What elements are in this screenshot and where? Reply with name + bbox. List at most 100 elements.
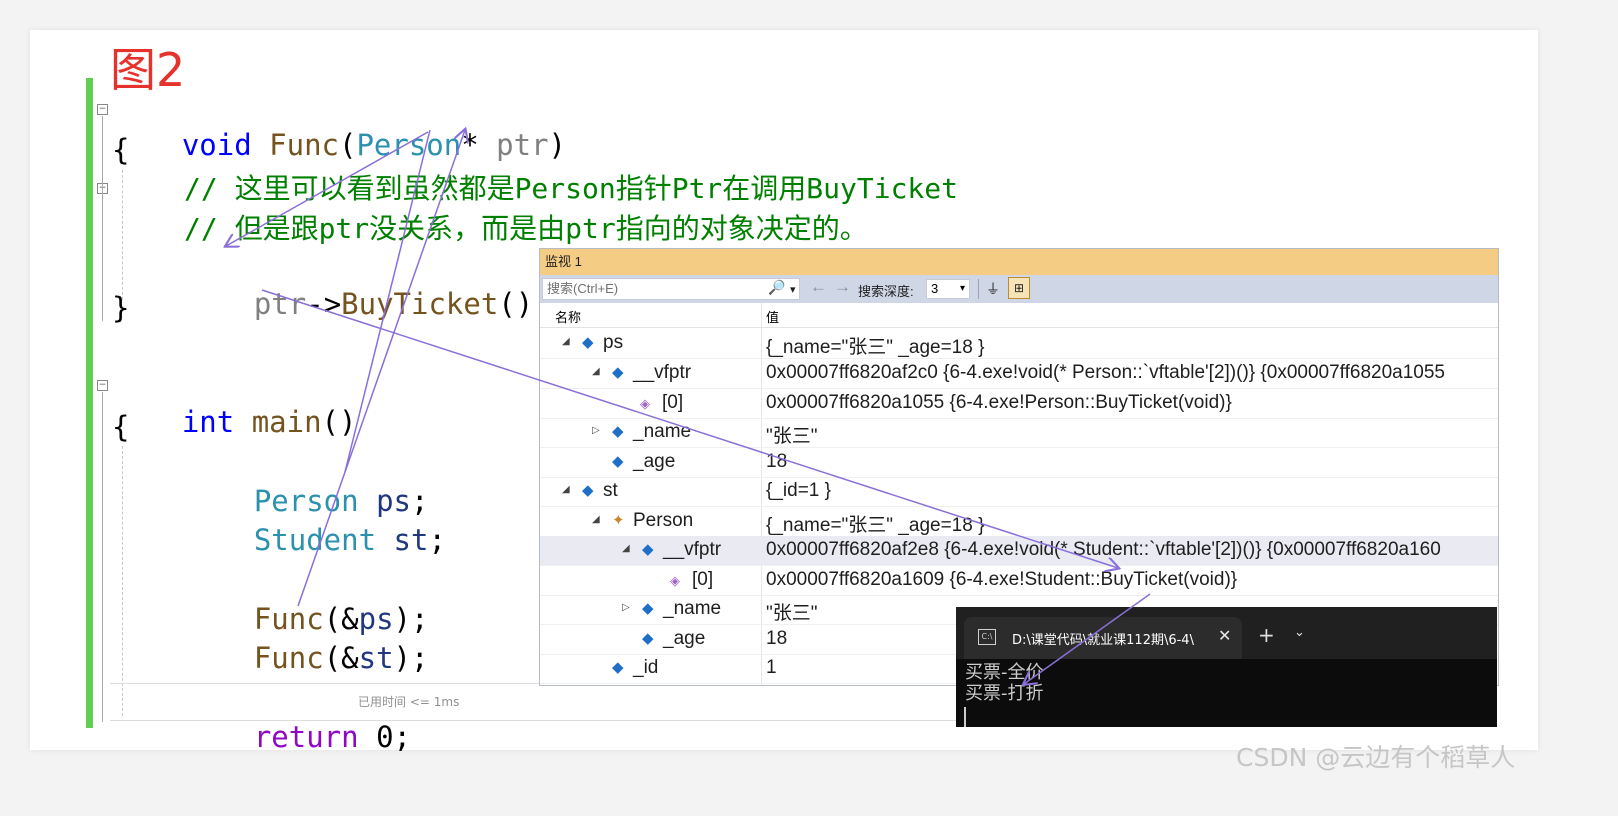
code-line-decl-st: Student st; xyxy=(184,486,446,557)
function-name: Func xyxy=(269,128,339,162)
watch-row-vtable-entry-student[interactable]: ◈ [0] 0x00007ff6820a1609 {6-4.exe!Studen… xyxy=(540,566,1498,596)
keyword: void xyxy=(181,128,252,162)
semicolon: ; xyxy=(393,720,412,754)
console-line: 买票-全价 xyxy=(965,662,1044,683)
search-depth-label: 搜索深度: xyxy=(858,284,914,299)
variable-name: st xyxy=(358,641,394,675)
hierarchy-toggle-icon[interactable]: ⊞ xyxy=(1008,277,1030,299)
search-back-arrow-icon[interactable]: ← xyxy=(810,277,827,297)
number-literal: 0 xyxy=(376,720,394,754)
watch-row-ps[interactable]: ◢ ◆ ps {_name="张三" _age=18 } xyxy=(540,329,1498,359)
column-name-header[interactable]: 名称 xyxy=(555,307,581,326)
indent-guide xyxy=(122,446,123,716)
watch-row-name: st xyxy=(603,480,618,501)
watch-row-value[interactable]: {_id=1 } xyxy=(766,480,831,502)
watch-row-value[interactable]: 18 xyxy=(766,451,787,473)
object-icon: ◆ xyxy=(642,541,654,558)
watch-row-st[interactable]: ◢ ◆ st {_id=1 } xyxy=(540,477,1498,507)
changed-lines-bar xyxy=(86,78,93,728)
chevron-down-icon: ▾ xyxy=(959,283,965,294)
function-name: BuyTicket xyxy=(341,287,499,321)
code-brace: { xyxy=(112,133,130,167)
object-icon: ◆ xyxy=(582,482,594,499)
watch-row-name: Person xyxy=(633,510,694,531)
code-comment: // 这里可以看到虽然都是Person指针Ptr在调用BuyTicket xyxy=(184,172,959,205)
code-line-func-signature: void Func(Person* ptr) xyxy=(112,91,566,162)
code-brace: } xyxy=(112,291,130,325)
console-tabbar: C:\ D:\课堂代码\就业课112期\6-4\ ✕ + ⌄ xyxy=(956,607,1497,659)
collapse-triangle-icon[interactable]: ◢ xyxy=(592,514,600,525)
watch-row-vfptr-student[interactable]: ◢ ◆ __vfptr 0x00007ff6820af2e8 {6-4.exe!… xyxy=(540,536,1498,566)
watch-row-value[interactable]: "张三" xyxy=(766,598,818,625)
code-editor[interactable]: − − − void Func(Person* ptr) { // 这里可以看到… xyxy=(0,0,1110,816)
paren: () xyxy=(321,405,357,439)
elapsed-time-hint: 已用时间 <= 1ms xyxy=(358,695,460,709)
type-name: Student xyxy=(253,523,377,557)
code-line-call-ps: Func(&ps); xyxy=(184,565,429,636)
paren: ) xyxy=(548,128,567,162)
watch-column-header: 名称 值 xyxy=(540,303,1498,328)
watch-row-name: [0] xyxy=(662,392,684,413)
collapse-triangle-icon[interactable]: ◢ xyxy=(562,336,570,347)
search-depth-select[interactable]: 3 ▾ xyxy=(926,279,970,299)
search-input[interactable]: 搜索(Ctrl+E) xyxy=(542,278,800,300)
type-name: Person xyxy=(356,128,462,162)
collapse-triangle-icon[interactable]: ◢ xyxy=(562,484,570,495)
fold-guide xyxy=(102,116,103,321)
watch-row-name-field[interactable]: ▷ ◆ _name "张三" xyxy=(540,418,1498,448)
search-options-chevron-icon[interactable]: ▾ xyxy=(790,283,796,296)
keyword: return xyxy=(253,720,359,754)
console-tab[interactable]: C:\ D:\课堂代码\就业课112期\6-4\ ✕ xyxy=(964,617,1242,659)
watch-row-value[interactable]: 1 xyxy=(766,657,777,679)
param-name: ptr xyxy=(253,287,307,321)
expand-triangle-icon[interactable]: ▷ xyxy=(622,602,630,613)
field-icon: ◆ xyxy=(642,630,654,647)
watch-row-vfptr[interactable]: ◢ ◆ __vfptr 0x00007ff6820af2c0 {6-4.exe!… xyxy=(540,359,1498,389)
watch-row-vtable-entry[interactable]: ◈ [0] 0x00007ff6820a1055 {6-4.exe!Person… xyxy=(540,389,1498,419)
console-cursor xyxy=(964,707,966,727)
watch-row-name: _id xyxy=(633,657,659,678)
semicolon: ; xyxy=(428,523,446,557)
field-icon: ◆ xyxy=(642,600,654,617)
code-line-call: ptr->BuyTicket(); xyxy=(184,250,551,321)
toolbar-separator xyxy=(978,279,979,299)
new-tab-plus-icon[interactable]: + xyxy=(1258,623,1275,647)
variable-name: st xyxy=(393,523,429,557)
code-line-call-st: Func(&st); xyxy=(184,604,429,675)
watch-row-value[interactable]: {_name="张三" _age=18 } xyxy=(766,332,984,359)
collapse-triangle-icon[interactable]: ◢ xyxy=(592,366,600,377)
field-icon: ◆ xyxy=(612,453,624,470)
console-window[interactable]: C:\ D:\课堂代码\就业课112期\6-4\ ✕ + ⌄ 买票-全价 买票-… xyxy=(956,607,1497,727)
watch-row-age-field[interactable]: ◆ _age 18 xyxy=(540,448,1498,478)
close-icon[interactable]: ✕ xyxy=(1218,626,1231,645)
search-icon[interactable]: 🔎 xyxy=(768,279,785,296)
watch-row-value[interactable]: 0x00007ff6820a1055 {6-4.exe!Person::BuyT… xyxy=(766,392,1232,414)
watch-row-value[interactable]: 0x00007ff6820af2c0 {6-4.exe!void(* Perso… xyxy=(766,362,1445,384)
object-icon: ◆ xyxy=(612,364,624,381)
watch-row-value[interactable]: 18 xyxy=(766,628,787,650)
chevron-down-icon[interactable]: ⌄ xyxy=(1294,625,1305,640)
collapse-triangle-icon[interactable]: ◢ xyxy=(622,543,630,554)
watch-row-value[interactable]: 0x00007ff6820af2e8 {6-4.exe!void(* Stude… xyxy=(766,539,1441,561)
column-value-header[interactable]: 值 xyxy=(766,307,779,326)
collapse-icon[interactable]: − xyxy=(97,380,108,391)
paren: (& xyxy=(323,641,359,675)
watch-row-name: __vfptr xyxy=(663,539,722,560)
collapse-icon[interactable]: − xyxy=(97,104,108,115)
object-icon: ◆ xyxy=(582,334,594,351)
arrow-op: -> xyxy=(306,287,342,321)
watch-row-base-person[interactable]: ◢ ✦ Person {_name="张三" _age=18 } xyxy=(540,507,1498,537)
terminal-icon: C:\ xyxy=(978,629,996,645)
watch-title[interactable]: 监视 1 xyxy=(540,249,1498,275)
watch-row-name: ps xyxy=(603,332,624,353)
code-comment: // 但是跟ptr没关系，而是由ptr指向的对象决定的。 xyxy=(184,212,868,245)
watch-row-value[interactable]: {_name="张三" _age=18 } xyxy=(766,510,984,537)
search-forward-arrow-icon[interactable]: → xyxy=(834,277,851,297)
watch-toolbar: 搜索(Ctrl+E) 🔎 ▾ ← → 搜索深度: 3 ▾ ⏚ ⊞ xyxy=(540,275,1498,303)
watch-row-value[interactable]: "张三" xyxy=(766,421,818,448)
expand-triangle-icon[interactable]: ▷ xyxy=(592,425,600,436)
watch-row-value[interactable]: 0x00007ff6820a1609 {6-4.exe!Student::Buy… xyxy=(766,569,1237,591)
filter-icon[interactable]: ⏚ xyxy=(986,279,1000,299)
console-tab-title: D:\课堂代码\就业课112期\6-4\ xyxy=(1012,633,1194,648)
function-name: main xyxy=(251,405,322,439)
